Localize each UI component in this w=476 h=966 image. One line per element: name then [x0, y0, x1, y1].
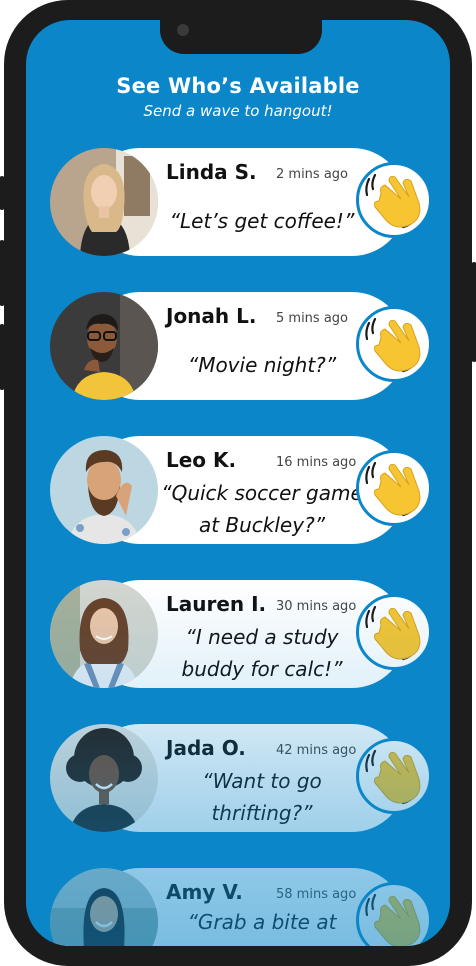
mute-switch [0, 176, 5, 210]
wave-button[interactable] [356, 162, 432, 238]
status-message: “Movie night?” [187, 353, 337, 377]
waving-hand-icon [365, 317, 421, 373]
camera-icon [177, 24, 189, 36]
person-name: Leo K. [166, 448, 237, 472]
wave-button[interactable] [356, 738, 432, 814]
avatar [50, 724, 158, 832]
person-name: Linda S. [166, 160, 257, 184]
power-button [471, 262, 476, 362]
timestamp: 30 mins ago [276, 599, 357, 614]
person-name: Jada O. [166, 736, 246, 760]
status-message: “I need a study buddy for calc!” [181, 625, 343, 681]
page-subtitle: Send a wave to hangout! [143, 102, 333, 120]
avatar [50, 148, 158, 256]
timestamp: 5 mins ago [276, 311, 348, 326]
waving-hand-icon [365, 749, 421, 805]
app-screen: See Who’s Available Send a wave to hango… [26, 20, 450, 946]
wave-button[interactable] [356, 450, 432, 526]
person-name: Amy V. [166, 880, 243, 904]
timestamp: 2 mins ago [276, 167, 348, 182]
wave-button[interactable] [356, 594, 432, 670]
status-message: “Want to go thrifting?” [202, 769, 322, 825]
timestamp: 58 mins ago [276, 887, 357, 902]
person-card[interactable]: Linda S. 2 mins ago “Let’s get coffee!” [50, 148, 432, 256]
wave-button[interactable] [356, 306, 432, 382]
person-card[interactable]: Amy V. 58 mins ago “Grab a bite at [50, 868, 432, 946]
person-card[interactable]: Jada O. 42 mins ago “Want to go thriftin… [50, 724, 432, 832]
person-name: Jonah L. [166, 304, 257, 328]
timestamp: 16 mins ago [276, 455, 357, 470]
waving-hand-icon [365, 893, 421, 946]
waving-hand-icon [365, 461, 421, 517]
status-message: “Let’s get coffee!” [169, 209, 355, 233]
page-title: See Who’s Available [116, 74, 360, 98]
phone-frame: See Who’s Available Send a wave to hango… [0, 0, 476, 966]
person-card[interactable]: Lauren I. 30 mins ago “I need a study bu… [50, 580, 432, 688]
person-name: Lauren I. [166, 592, 267, 616]
avatar [50, 580, 158, 688]
timestamp: 42 mins ago [276, 743, 357, 758]
avatar [50, 436, 158, 544]
status-message: “Grab a bite at [187, 910, 337, 934]
status-message: “Quick soccer game at Buckley?” [161, 481, 363, 537]
person-card[interactable]: Leo K. 16 mins ago “Quick soccer game at… [50, 436, 432, 544]
waving-hand-icon [365, 173, 421, 229]
avatar [50, 292, 158, 400]
wave-button[interactable] [356, 882, 432, 946]
volume-up-button [0, 240, 5, 306]
person-card[interactable]: Jonah L. 5 mins ago “Movie night?” [50, 292, 432, 400]
header: See Who’s Available Send a wave to hango… [26, 74, 450, 120]
volume-down-button [0, 324, 5, 390]
waving-hand-icon [365, 605, 421, 661]
notch [160, 20, 322, 54]
